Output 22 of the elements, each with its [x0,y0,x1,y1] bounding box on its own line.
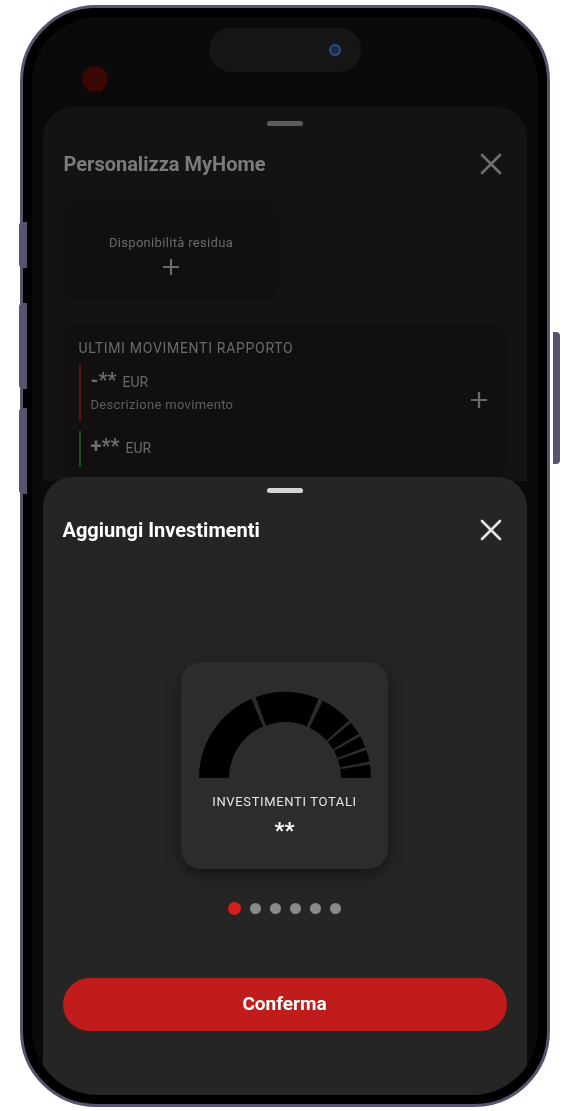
movement-currency: EUR [122,373,149,392]
investments-card[interactable]: INVESTIMENTI TOTALI ** [181,662,388,869]
plus-icon[interactable] [469,391,488,409]
sheet-title: Personalizza MyHome [63,151,266,178]
movement-currency: EUR [125,438,152,458]
section-title: ULTIMI MOVIMENTI RAPPORTO [78,339,295,358]
movement-description: Descrizione movimento [90,396,234,414]
movement-amount: -** [90,367,117,394]
camera-icon [328,44,341,56]
widget-label: Disponibilità residua [108,234,234,252]
drag-handle[interactable] [266,488,303,493]
confirm-button[interactable]: Conferma [62,978,507,1031]
movement-item[interactable]: -** EUR Descrizione movimento [78,365,234,421]
sheet-title: Aggiungi Investimenti [62,517,260,544]
movement-amount: +** [90,432,120,460]
widget-card[interactable]: Disponibilità residua [63,199,279,301]
card-value: ** [274,816,295,845]
drag-handle[interactable] [266,121,303,126]
avatar [81,66,108,92]
card-label: INVESTIMENTI TOTALI [212,793,357,811]
plus-icon[interactable] [162,257,180,276]
movement-item[interactable]: +** EUR [78,430,234,467]
